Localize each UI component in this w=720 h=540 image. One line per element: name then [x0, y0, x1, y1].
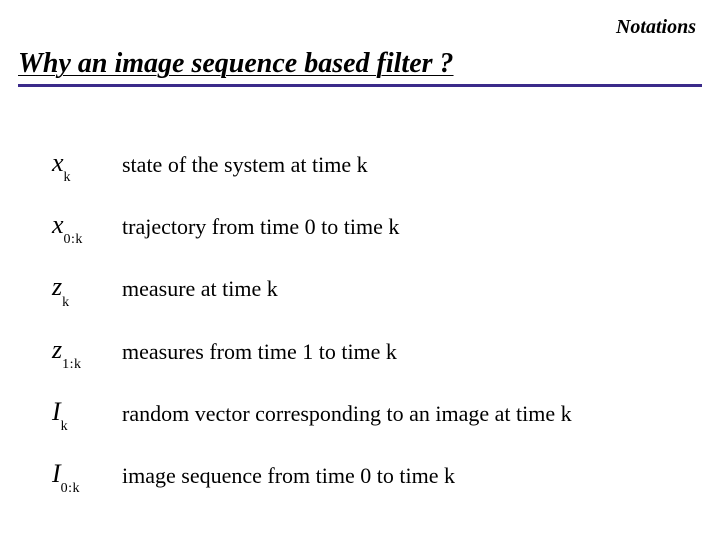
symbol-sub: 0:k [61, 481, 80, 496]
symbol-sub: 0:k [64, 232, 83, 247]
symbol-base: z [52, 272, 62, 301]
definition-row: z1:k measures from time 1 to time k [52, 335, 688, 369]
symbol: x0:k [52, 210, 122, 244]
symbol-base: z [52, 335, 62, 364]
definition-text: image sequence from time 0 to time k [122, 463, 455, 489]
symbol-base: x [52, 210, 64, 239]
symbol-sub: k [64, 170, 72, 185]
definitions-list: xk state of the system at time k x0:k tr… [52, 148, 688, 521]
symbol-sub: 1:k [62, 357, 81, 372]
definition-text: random vector corresponding to an image … [122, 401, 572, 427]
definition-row: x0:k trajectory from time 0 to time k [52, 210, 688, 244]
page-title: Why an image sequence based filter ? [18, 48, 702, 80]
symbol-base: I [52, 459, 61, 488]
symbol-base: I [52, 397, 61, 426]
title-block: Why an image sequence based filter ? [18, 48, 702, 87]
definition-row: Ik random vector corresponding to an ima… [52, 397, 688, 431]
definition-row: I0:k image sequence from time 0 to time … [52, 459, 688, 493]
symbol: I0:k [52, 459, 122, 493]
definition-row: zk measure at time k [52, 272, 688, 306]
symbol-sub: k [61, 419, 69, 434]
symbol: Ik [52, 397, 122, 431]
symbol-base: x [52, 148, 64, 177]
definition-text: state of the system at time k [122, 152, 368, 178]
definition-text: measure at time k [122, 276, 278, 302]
symbol: xk [52, 148, 122, 182]
corner-label: Notations [616, 16, 696, 39]
definition-text: trajectory from time 0 to time k [122, 214, 399, 240]
definition-row: xk state of the system at time k [52, 148, 688, 182]
symbol: zk [52, 272, 122, 306]
symbol-sub: k [62, 295, 70, 310]
definition-text: measures from time 1 to time k [122, 339, 397, 365]
symbol: z1:k [52, 335, 122, 369]
title-rule [18, 84, 702, 87]
